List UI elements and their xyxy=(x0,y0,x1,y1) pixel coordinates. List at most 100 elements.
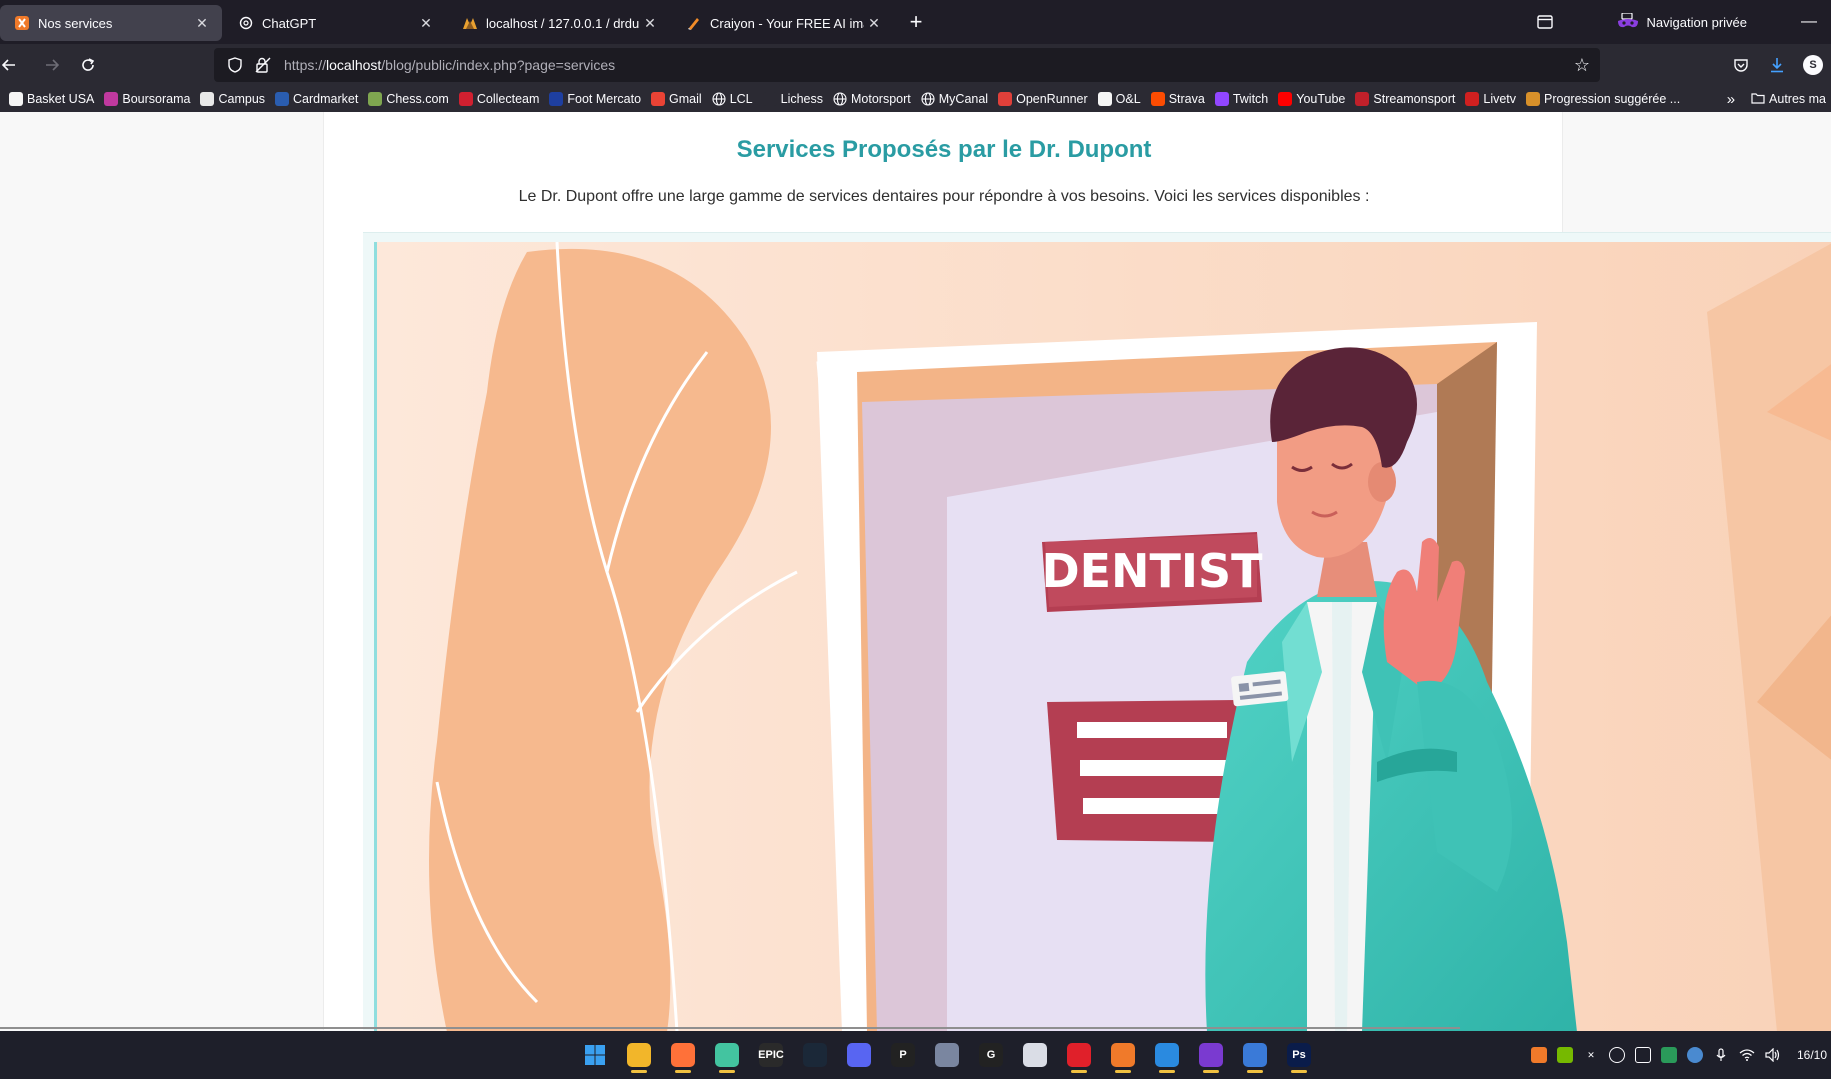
close-icon[interactable]: ✕ xyxy=(640,13,660,33)
bookmark-item[interactable]: Streamonsport xyxy=(1350,87,1460,111)
bookmark-label: Cardmarket xyxy=(293,92,359,106)
taskbar-app[interactable]: Ps xyxy=(1280,1035,1318,1075)
photoshop-icon: Ps xyxy=(1287,1043,1311,1067)
strava-icon xyxy=(1150,92,1165,106)
forward-button[interactable] xyxy=(34,49,70,81)
close-icon[interactable]: ✕ xyxy=(192,13,212,33)
tab-craiyon[interactable]: Craiyon - Your FREE AI image ge ✕ xyxy=(672,5,894,41)
taskbar-app[interactable]: EPIC xyxy=(752,1035,790,1075)
progression-icon xyxy=(1526,92,1541,106)
vscode-icon xyxy=(1155,1043,1179,1067)
globe-icon xyxy=(833,92,847,106)
tab-strip: Nos services ✕ ChatGPT ✕ localhost / 127… xyxy=(0,0,1831,44)
taskbar-app[interactable] xyxy=(1060,1035,1098,1075)
running-indicator xyxy=(1071,1070,1087,1073)
network-monitor-icon[interactable] xyxy=(1634,1047,1651,1063)
bookmark-item[interactable]: Basket USA xyxy=(4,87,99,111)
close-icon[interactable]: ✕ xyxy=(864,13,884,33)
bookmark-item[interactable]: Progression suggérée ... xyxy=(1521,87,1685,111)
wifi-icon[interactable] xyxy=(1739,1047,1755,1063)
account-button[interactable]: S xyxy=(1795,49,1831,81)
bookmark-item[interactable]: YouTube xyxy=(1273,87,1350,111)
bookmark-item[interactable]: Collecteam xyxy=(454,87,545,111)
bookmark-item[interactable]: Gmail xyxy=(646,87,707,111)
microphone-icon[interactable] xyxy=(1713,1047,1729,1063)
taskbar-app[interactable] xyxy=(708,1035,746,1075)
bookmark-item[interactable]: O&L xyxy=(1093,87,1146,111)
bookmark-label: Collecteam xyxy=(476,92,540,106)
horizontal-scrollbar[interactable] xyxy=(0,1027,1460,1029)
downloads-button[interactable] xyxy=(1759,49,1795,81)
bookmark-label: Gmail xyxy=(669,92,702,106)
bookmark-item[interactable]: Cardmarket xyxy=(270,87,363,111)
bookmark-item[interactable]: Strava xyxy=(1146,87,1210,111)
taskbar-app[interactable] xyxy=(1192,1035,1230,1075)
minimize-button[interactable]: — xyxy=(1787,13,1831,31)
other-bookmarks-folder[interactable]: Autres ma xyxy=(1746,87,1831,111)
bookmark-item[interactable]: OpenRunner xyxy=(993,87,1093,111)
reload-button[interactable] xyxy=(70,49,106,81)
collecteam-icon xyxy=(458,92,473,106)
taskbar-app[interactable]: G xyxy=(972,1035,1010,1075)
openrunner-icon xyxy=(998,92,1013,106)
intro-text: Le Dr. Dupont offre une large gamme de s… xyxy=(518,188,1370,205)
taskbar-app[interactable] xyxy=(1104,1035,1142,1075)
xampp-tray-icon[interactable] xyxy=(1530,1047,1547,1063)
taskbar-app[interactable] xyxy=(840,1035,878,1075)
tab-phpmyadmin[interactable]: localhost / 127.0.0.1 / drdupont ✕ xyxy=(448,5,670,41)
url-text[interactable]: https://localhost/blog/public/index.php?… xyxy=(284,57,1574,73)
back-arrow-icon xyxy=(2,59,15,71)
bookmarks-toolbar: Basket USA Boursorama Campus Cardmarket Ches… xyxy=(0,86,1831,112)
bookmark-item[interactable]: Livetv xyxy=(1460,87,1521,111)
url-bar[interactable]: https://localhost/blog/public/index.php?… xyxy=(214,48,1600,82)
bookmark-item[interactable]: LCL xyxy=(707,87,758,111)
tracking-protection-shield-icon[interactable] xyxy=(224,57,246,73)
new-tab-button[interactable]: + xyxy=(900,6,932,38)
app-tray-icon[interactable]: ✕ xyxy=(1583,1047,1599,1063)
notepad-icon xyxy=(1243,1043,1267,1067)
bookmark-item[interactable]: Motorsport xyxy=(828,87,916,111)
xampp-icon xyxy=(14,15,30,31)
bookmark-item[interactable]: Boursorama xyxy=(99,87,195,111)
insecure-lock-icon[interactable] xyxy=(252,57,274,73)
firefox-icon xyxy=(671,1043,695,1067)
bookmark-item[interactable]: Lichess xyxy=(758,87,828,111)
tab-nos-services[interactable]: Nos services ✕ xyxy=(0,5,222,41)
taskbar-app[interactable] xyxy=(796,1035,834,1075)
taskbar-app[interactable] xyxy=(664,1035,702,1075)
pocket-button[interactable] xyxy=(1723,49,1759,81)
tab-chatgpt[interactable]: ChatGPT ✕ xyxy=(224,5,446,41)
download-icon xyxy=(1771,58,1783,73)
epic-games-icon: EPIC xyxy=(758,1043,784,1067)
taskbar-app[interactable] xyxy=(1016,1035,1054,1075)
clock-icon xyxy=(1023,1043,1047,1067)
nvidia-icon[interactable] xyxy=(1556,1047,1573,1063)
clock-date[interactable]: 16/10 xyxy=(1797,1048,1827,1062)
chevron-right-icon[interactable]: » xyxy=(1722,87,1740,111)
security-icon[interactable] xyxy=(1660,1047,1677,1063)
bookmark-item[interactable]: Campus xyxy=(195,87,270,111)
bluetooth-icon[interactable] xyxy=(1686,1047,1703,1063)
volume-icon[interactable] xyxy=(1765,1047,1781,1063)
shield-tray-icon[interactable] xyxy=(1608,1047,1625,1063)
basket-icon xyxy=(9,92,23,106)
taskbar-app[interactable]: P xyxy=(884,1035,922,1075)
taskbar-app[interactable] xyxy=(1236,1035,1274,1075)
running-indicator xyxy=(1247,1070,1263,1073)
running-indicator xyxy=(1115,1070,1131,1073)
bookmark-item[interactable]: Foot Mercato xyxy=(544,87,646,111)
taskbar-app[interactable] xyxy=(928,1035,966,1075)
list-all-tabs-button[interactable] xyxy=(1525,15,1565,29)
taskbar-app[interactable] xyxy=(620,1035,658,1075)
globe-icon xyxy=(921,92,935,106)
bookmark-star-icon[interactable]: ☆ xyxy=(1574,55,1590,76)
bookmark-label: YouTube xyxy=(1296,92,1346,106)
bookmark-item[interactable]: MyCanal xyxy=(916,87,993,111)
running-indicator xyxy=(719,1070,735,1073)
bookmark-item[interactable]: Chess.com xyxy=(363,87,454,111)
back-button[interactable] xyxy=(0,49,18,81)
bookmark-item[interactable]: Twitch xyxy=(1210,87,1273,111)
taskbar-app[interactable] xyxy=(576,1035,614,1075)
close-icon[interactable]: ✕ xyxy=(416,13,436,33)
taskbar-app[interactable] xyxy=(1148,1035,1186,1075)
